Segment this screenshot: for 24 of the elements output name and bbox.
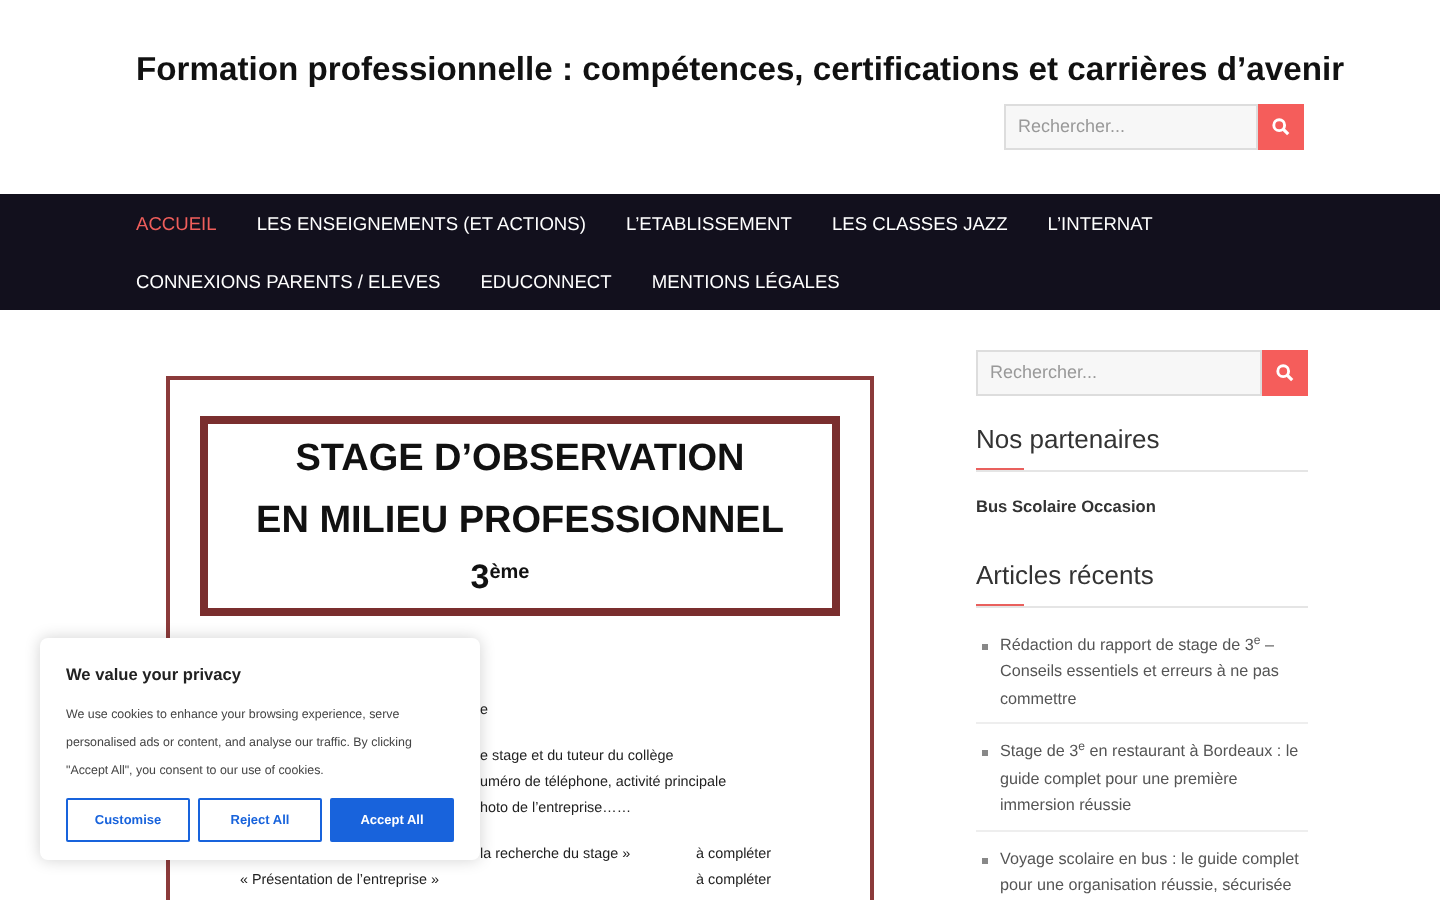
grade-label: 3$^{ème}$ [470, 558, 530, 596]
search-icon [1276, 364, 1294, 382]
document-title: EN MILIEU PROFESSIONNEL [254, 498, 786, 546]
nav-link[interactable]: LES CLASSES JAZZ [811, 202, 1028, 260]
bullet-icon [982, 750, 988, 757]
bullet-icon [982, 643, 988, 650]
nav-link[interactable]: L’INTERNAT [1027, 202, 1173, 260]
nav-link[interactable]: L’ETABLISSEMENT [605, 202, 812, 260]
search-icon [1272, 118, 1290, 136]
search-button[interactable] [1258, 104, 1304, 150]
search-button[interactable] [1262, 350, 1308, 396]
nav-link[interactable]: CONNEXIONS PARENTS / ELEVES [116, 260, 461, 318]
nav-link[interactable]: ACCUEIL [116, 202, 237, 260]
nav-link[interactable]: LES ENSEIGNEMENTS (ET ACTIONS) [236, 202, 606, 260]
site-title[interactable]: Formation professionnelle : compétences, certifications et carrières d’avenir [136, 48, 1345, 92]
article-link[interactable]: Rédaction du rapport de stage de 3$^{e}$ – Conseils essentiels et erreurs à ne pas commettre [1000, 631, 1308, 713]
document-title: STAGE D’OBSERVATION [293, 436, 747, 484]
cookie-title: We value your privacy [66, 662, 243, 687]
bullet-icon [982, 857, 988, 864]
partner-link[interactable]: Bus Scolaire Occasion [976, 493, 1308, 519]
article-link[interactable]: Stage de 3$^{e}$ en restaurant à Bordeaux : le guide complet pour une première immersion réussie [1000, 738, 1308, 820]
article-link[interactable]: Voyage scolaire en bus : le guide complet pour une organisation réussie, sécurisée [1000, 845, 1308, 900]
nav-link[interactable]: EDUCONNECT [460, 260, 632, 318]
nav-link[interactable]: MENTIONS LÉGALES [631, 260, 860, 318]
